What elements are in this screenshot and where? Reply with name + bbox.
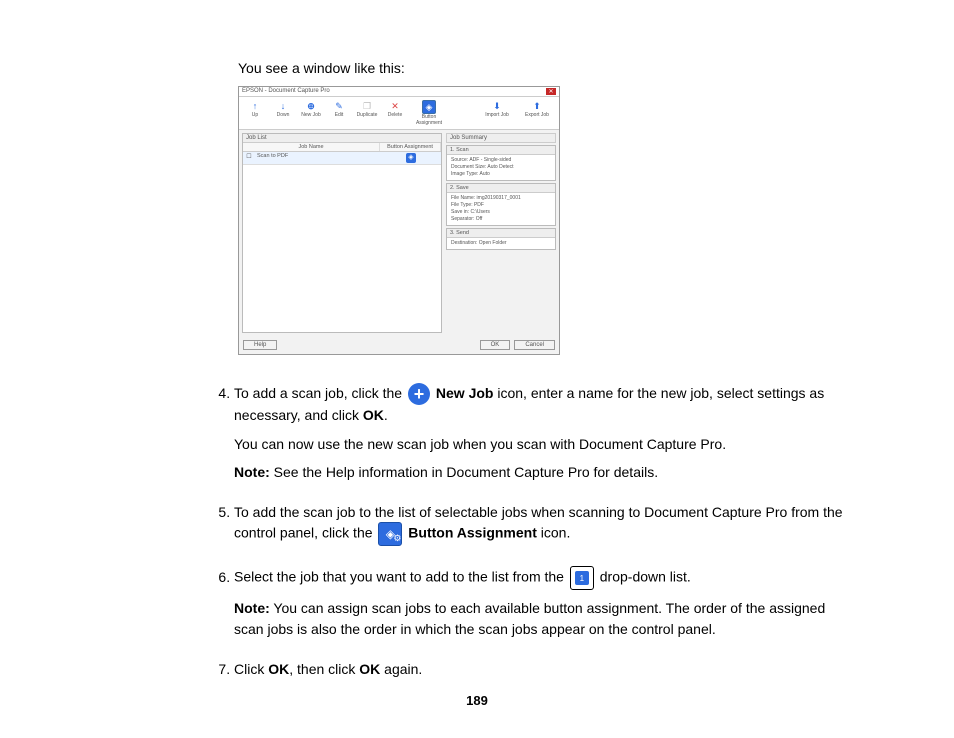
job-summary-panel: Job Summary 1. Scan Source: ADF - Single… [446, 133, 556, 333]
export-icon: ⬆ [531, 100, 543, 112]
step-4-note2: Note: See the Help information in Docume… [234, 462, 854, 482]
step-4: To add a scan job, click the + New Job i… [234, 383, 854, 482]
help-button[interactable]: Help [243, 340, 277, 350]
row-jobname: Scan to PDF [255, 152, 381, 164]
titlebar: EPSON - Document Capture Pro ✕ [239, 87, 559, 97]
edit-button[interactable]: ✎Edit [327, 100, 351, 126]
assign-badge-icon: ◈ [406, 153, 416, 163]
job-list-header: Job Name Button Assignment [243, 143, 441, 152]
dropdown-icon: 1 [570, 566, 594, 590]
row-assign: ◈ [381, 152, 441, 164]
delete-button[interactable]: ✕Delete [383, 100, 407, 126]
summary-scan: 1. Scan Source: ADF - Single-sided Docum… [446, 145, 556, 181]
close-icon[interactable]: ✕ [546, 88, 556, 95]
window-title: EPSON - Document Capture Pro [242, 88, 330, 95]
duplicate-button[interactable]: ❐Duplicate [355, 100, 379, 126]
ok-button[interactable]: OK [480, 340, 511, 350]
dialog-footer: Help OK Cancel [239, 336, 559, 354]
plus-circle-icon: + [408, 383, 430, 405]
import-job-button[interactable]: ⬇Import Job [479, 100, 515, 126]
copy-icon: ❐ [361, 100, 373, 112]
step-6: Select the job that you want to add to t… [234, 566, 854, 639]
job-list-title: Job List [243, 134, 441, 143]
up-button[interactable]: ↑Up [243, 100, 267, 126]
step-7: Click OK, then click OK again. [234, 659, 854, 679]
cancel-button[interactable]: Cancel [514, 340, 555, 350]
intro-text: You see a window like this: [238, 60, 854, 76]
summary-send: 3. Send Destination: Open Folder [446, 228, 556, 250]
import-icon: ⬇ [491, 100, 503, 112]
down-button[interactable]: ↓Down [271, 100, 295, 126]
toolbar: ↑Up ↓Down ⊕New Job ✎Edit ❐Duplicate ✕Del… [239, 97, 559, 130]
step-5: To add the scan job to the list of selec… [234, 502, 854, 546]
job-summary-title: Job Summary [446, 133, 556, 143]
gear-icon: ⚙ [393, 532, 401, 545]
arrow-down-icon: ↓ [277, 100, 289, 112]
col-buttonassign: Button Assignment [380, 143, 441, 151]
step-list: To add a scan job, click the + New Job i… [210, 383, 854, 679]
summary-save: 2. Save File Name: img20190317_0001 File… [446, 183, 556, 226]
page-number: 189 [0, 693, 954, 708]
assignment-icon: ◈ [422, 100, 436, 114]
x-icon: ✕ [389, 100, 401, 112]
job-row[interactable]: ☐ Scan to PDF ◈ [243, 152, 441, 165]
row-checkbox[interactable]: ☐ [243, 152, 255, 164]
job-list-panel: Job List Job Name Button Assignment ☐ Sc… [242, 133, 442, 333]
button-assignment-button[interactable]: ◈Button Assignment [411, 100, 447, 126]
plus-circle-icon: ⊕ [305, 100, 317, 112]
new-job-button[interactable]: ⊕New Job [299, 100, 323, 126]
step-6-note: Note: You can assign scan jobs to each a… [234, 598, 854, 639]
pencil-icon: ✎ [333, 100, 345, 112]
button-assignment-icon: ◈⚙ [378, 522, 402, 546]
col-jobname: Job Name [243, 143, 380, 151]
export-job-button[interactable]: ⬆Export Job [519, 100, 555, 126]
step-4-note1: You can now use the new scan job when yo… [234, 434, 854, 454]
dialog-screenshot: EPSON - Document Capture Pro ✕ ↑Up ↓Down… [238, 86, 560, 355]
arrow-up-icon: ↑ [249, 100, 261, 112]
